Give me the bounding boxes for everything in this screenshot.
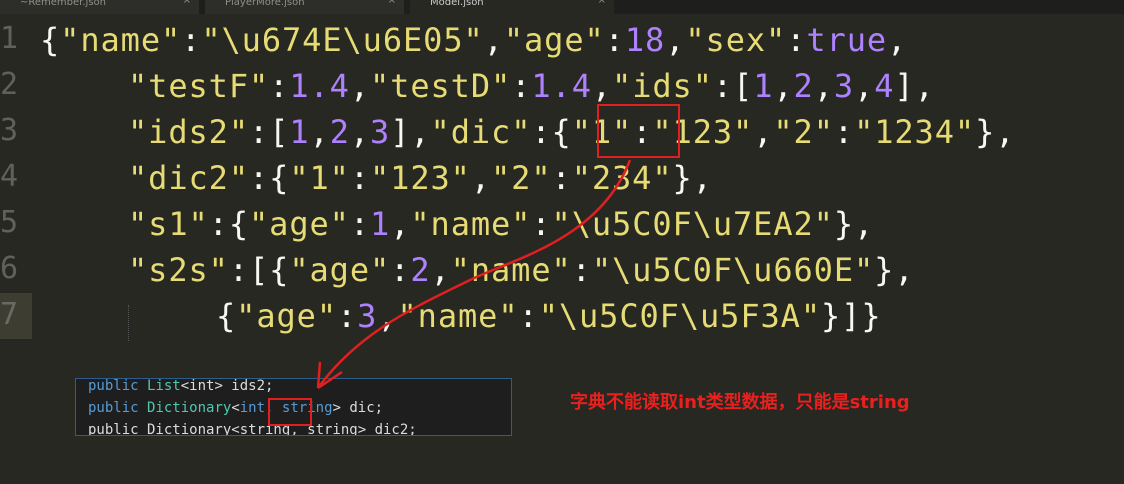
arrow-line (316, 159, 632, 389)
arrow-head (316, 361, 343, 390)
annotation-arrow (316, 159, 632, 390)
annotation-note: 字典不能读取int类型数据，只能是string (570, 392, 910, 413)
